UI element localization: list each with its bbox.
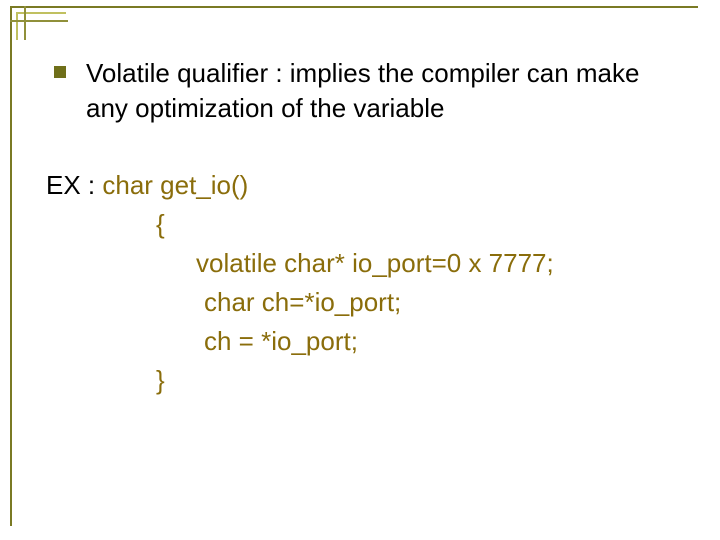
example-open-brace: { — [46, 205, 674, 244]
square-bullet-icon — [54, 66, 66, 78]
content: Volatile qualifier : implies the compile… — [54, 56, 674, 400]
example-line-3: ch = *io_port; — [46, 322, 674, 361]
example-prefix: EX : — [46, 170, 102, 200]
example-signature-line: EX : char get_io() — [46, 166, 674, 205]
example-close-brace: } — [46, 361, 674, 400]
slide: Volatile qualifier : implies the compile… — [0, 0, 720, 540]
frame-accent-h — [10, 20, 68, 22]
example-line-2: char ch=*io_port; — [46, 283, 674, 322]
example-signature: char get_io() — [102, 170, 248, 200]
bullet-text: Volatile qualifier : implies the compile… — [86, 56, 674, 126]
bullet-item: Volatile qualifier : implies the compile… — [54, 56, 674, 126]
frame-accent-v — [24, 6, 26, 40]
example-block: EX : char get_io() { volatile char* io_p… — [46, 166, 674, 400]
example-line-1: volatile char* io_port=0 x 7777; — [46, 244, 674, 283]
